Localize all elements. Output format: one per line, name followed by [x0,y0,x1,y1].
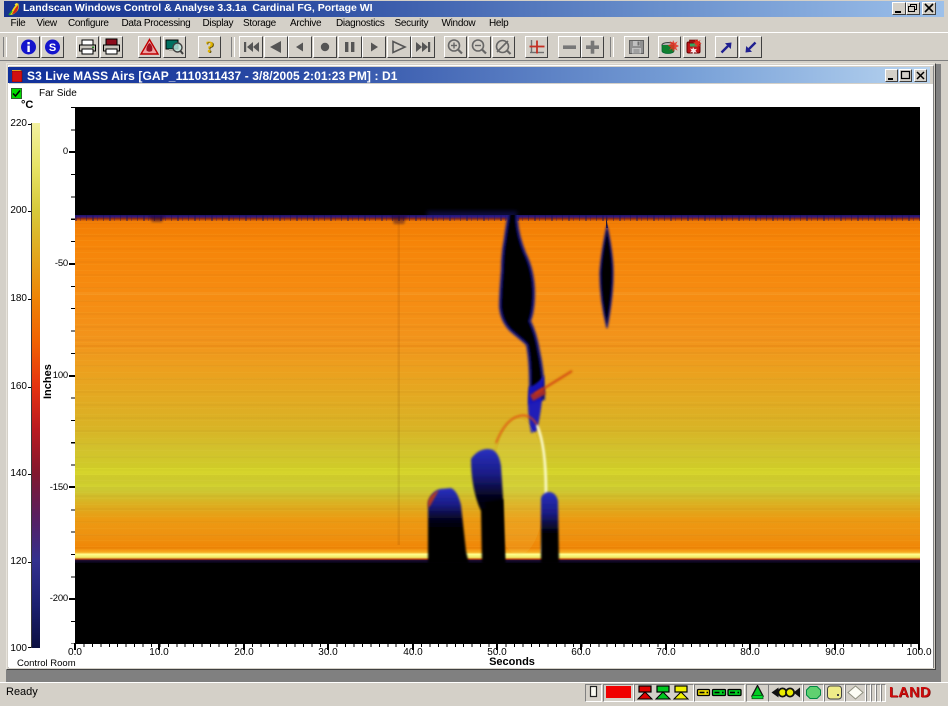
svg-text:S: S [49,42,56,54]
svg-text:?: ? [205,37,214,56]
